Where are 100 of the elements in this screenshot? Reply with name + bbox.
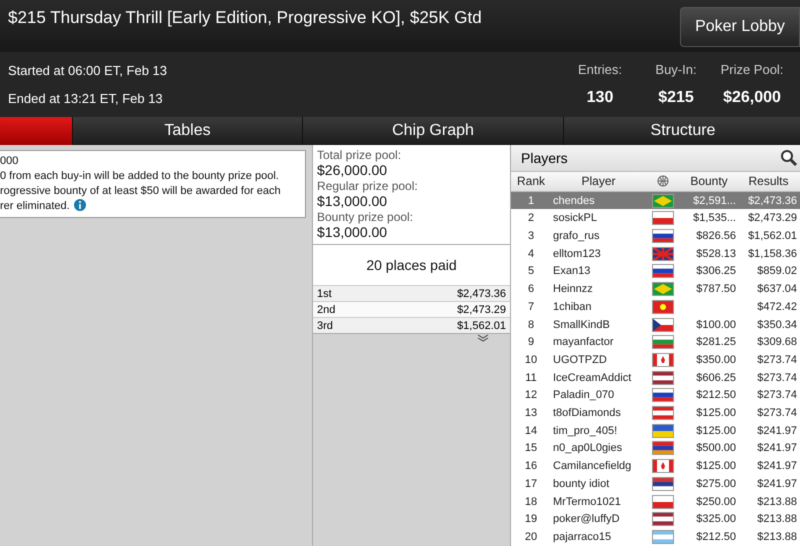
- result-cell-text: $2,473.36: [747, 194, 798, 207]
- tab[interactable]: Structure: [564, 117, 800, 145]
- result-cell-text: $241.97: [756, 442, 798, 454]
- payout-place: 1st: [317, 288, 332, 300]
- lobby-button[interactable]: Poker Lobby: [680, 7, 800, 47]
- rank-cell-text: 5: [526, 265, 536, 278]
- bounty-cell-text: $125.00: [695, 424, 737, 437]
- rank-cell-text: 4: [526, 248, 536, 260]
- flag-icon: [652, 530, 674, 544]
- info-text: 000: [0, 155, 18, 167]
- bounty-cell-text: $100.00: [695, 318, 737, 331]
- player-cell-text: poker@luffyD: [552, 513, 621, 526]
- player-cell-text: Paladin_070: [552, 389, 616, 402]
- pool-value: $26,000.00: [317, 162, 388, 178]
- player-cell-text: IceCreamAddict: [552, 372, 632, 384]
- rank-cell-text: 13: [524, 407, 538, 420]
- flag-icon: [652, 476, 674, 491]
- player-cell-text: mayanfactor: [552, 336, 615, 348]
- result-cell-text: $309.68: [756, 336, 798, 348]
- result-cell-text: $472.42: [756, 300, 798, 313]
- player-cell-text: Camilancefieldg: [552, 460, 632, 472]
- column-header[interactable]: Bounty: [680, 174, 738, 188]
- column-header[interactable]: Player: [551, 174, 646, 188]
- result-cell-text: $859.02: [756, 265, 798, 278]
- rank-cell-text: 10: [524, 354, 538, 366]
- player-cell-text: MrTermo1021: [552, 496, 622, 508]
- result-cell-text: $273.74: [756, 407, 798, 420]
- stat-value: $215: [658, 89, 694, 107]
- end-time: Ended at 13:21 ET, Feb 13: [8, 91, 164, 106]
- payout-place: 3rd: [317, 320, 333, 332]
- players-title: Players: [521, 150, 568, 166]
- rank-cell-text: 3: [526, 230, 536, 242]
- flag-icon: [652, 282, 674, 296]
- result-cell-text: $213.88: [756, 513, 798, 526]
- globe-icon[interactable]: [657, 175, 669, 188]
- flag-icon: [652, 424, 674, 438]
- player-cell-text: grafo_rus: [552, 230, 600, 242]
- bounty-cell-text: $125.00: [695, 460, 737, 472]
- rank-cell-text: 12: [524, 389, 538, 402]
- flag-icon: [652, 246, 674, 261]
- player-row[interactable]: 1 chendes $2,591... $2,473.36: [511, 192, 800, 210]
- bounty-cell-text: $350.00: [695, 354, 737, 366]
- pool-label: Total prize pool:: [317, 148, 402, 162]
- result-cell-text: $1,158.36: [747, 248, 798, 260]
- tab[interactable]: Tables: [73, 117, 302, 145]
- flag-icon: [652, 264, 674, 278]
- flag-icon: [652, 494, 674, 509]
- result-cell-text: $273.74: [756, 389, 798, 402]
- tab[interactable]: Chip Graph: [303, 117, 563, 145]
- rank-cell-text: 11: [524, 372, 538, 384]
- places-paid: 20 places paid: [365, 256, 458, 275]
- rank-cell-text: 14: [524, 424, 538, 437]
- player-cell-text: SmallKindB: [552, 318, 611, 331]
- result-cell-text: $213.88: [756, 530, 798, 543]
- column-header[interactable]: Rank: [511, 174, 551, 188]
- pool-value: $13,000.00: [317, 193, 388, 209]
- bounty-cell-text: $281.25: [695, 336, 737, 348]
- bounty-cell-text: $500.00: [695, 442, 737, 454]
- result-cell-text: $350.34: [756, 318, 798, 331]
- bounty-cell-text: $1,535...: [692, 212, 737, 224]
- bounty-cell-text: $212.50: [695, 389, 737, 402]
- rank-cell-text: 17: [524, 478, 538, 490]
- flag-icon: [652, 229, 674, 244]
- result-cell-text: $2,473.29: [747, 212, 798, 224]
- flag-icon: [652, 335, 674, 350]
- info-text: 0 from each buy-in will be added to the bounty prize pool.: [0, 170, 279, 182]
- search-icon[interactable]: [780, 148, 798, 167]
- player-cell-text: chendes: [552, 194, 596, 207]
- rank-cell-text: 15: [524, 442, 538, 454]
- result-cell-text: $241.97: [756, 424, 798, 437]
- bounty-cell-text: $125.00: [695, 407, 737, 420]
- bounty-cell-text: $528.13: [695, 248, 737, 260]
- player-cell-text: elltom123: [552, 248, 602, 260]
- payout-amount: $2,473.29: [457, 304, 506, 316]
- bounty-cell-text: $826.56: [695, 230, 737, 242]
- info-text: rogressive bounty of at least $50 will be awarded for each: [0, 185, 281, 197]
- result-cell-text: $241.97: [756, 478, 798, 490]
- rank-cell-text: 20: [524, 530, 538, 543]
- payout-amount: $2,473.36: [457, 288, 506, 300]
- rank-cell-text: 6: [526, 283, 536, 296]
- result-cell-text: $273.74: [756, 372, 798, 384]
- bounty-cell-text: $275.00: [695, 478, 737, 490]
- stat-label: Prize Pool:: [720, 62, 784, 77]
- player-cell-text: Exan13: [552, 265, 592, 278]
- pool-label: Bounty prize pool:: [317, 210, 414, 224]
- bounty-cell-text: $250.00: [695, 496, 737, 508]
- player-cell-text: n0_ap0L0gies: [552, 442, 624, 454]
- payout-place: 2nd: [317, 304, 336, 316]
- bounty-cell-text: $606.25: [695, 372, 737, 384]
- rank-cell-text: 1: [526, 194, 536, 207]
- info-icon[interactable]: [74, 199, 86, 211]
- rank-cell-text: 19: [524, 513, 538, 526]
- flag-icon: [652, 441, 674, 456]
- flag-icon: [652, 211, 674, 226]
- flag-icon: [652, 300, 674, 314]
- rank-cell-text: 8: [526, 318, 536, 331]
- result-cell-text: $1,562.01: [747, 230, 798, 242]
- payout-amount: $1,562.01: [457, 320, 506, 332]
- bounty-cell-text: $306.25: [695, 265, 737, 278]
- column-header[interactable]: Results: [738, 174, 799, 188]
